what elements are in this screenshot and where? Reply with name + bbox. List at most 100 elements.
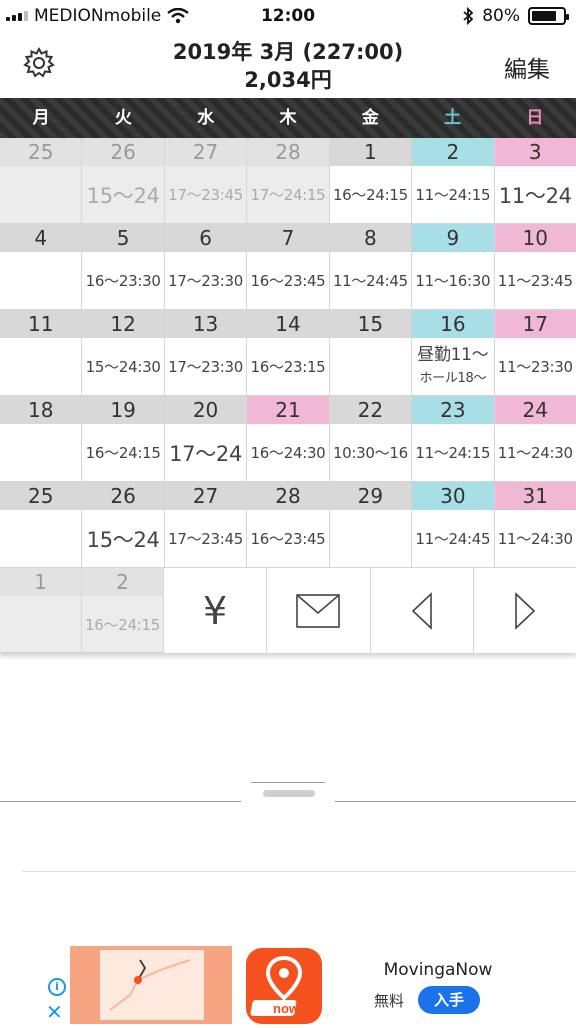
calendar-day-cell[interactable]: 17 11〜23:30 <box>494 310 576 396</box>
calendar-week-row: 11 12 15〜24:30 13 17〜23:30 14 16〜23:15 15 16 昼勤11… <box>0 310 576 396</box>
calendar-day-cell[interactable]: 10 11〜23:45 <box>494 224 576 310</box>
month-earnings: 2,034円 <box>244 68 332 92</box>
calendar-day-cell[interactable]: 11 <box>0 310 83 396</box>
calendar-day-cell[interactable]: 25 <box>0 482 83 568</box>
next-month-button[interactable] <box>473 568 576 653</box>
calendar-day-cell[interactable]: 19 16〜24:15 <box>82 396 165 482</box>
shift-time: 16〜24:15 <box>332 186 408 204</box>
shift-time: 11〜24 <box>498 183 572 208</box>
weekday-label: 木 <box>279 108 297 128</box>
calendar-day-cell[interactable]: 3 11〜24 <box>494 138 576 224</box>
day-number: 5 <box>82 224 164 252</box>
day-number: 25 <box>0 482 82 510</box>
shift-time: 15〜24 <box>86 183 160 208</box>
ad-price: 無料 <box>374 992 405 1010</box>
calendar-day-cell[interactable]: 14 16〜23:15 <box>247 310 330 396</box>
calendar-day-cell[interactable]: 7 16〜23:45 <box>247 224 330 310</box>
prev-month-button[interactable] <box>370 568 474 653</box>
day-number: 3 <box>494 138 576 166</box>
day-number: 2 <box>82 568 163 596</box>
day-number: 11 <box>0 310 82 338</box>
calendar-day-cell[interactable]: 1 <box>0 568 82 653</box>
calendar-day-cell[interactable]: 26 15〜24 <box>82 138 165 224</box>
calendar-day-cell[interactable]: 9 11〜16:30 <box>412 224 495 310</box>
ad-app-name: MovingaNow <box>383 960 493 980</box>
calendar-day-cell[interactable]: 12 15〜24:30 <box>82 310 165 396</box>
calendar-week-row: 4 5 16〜23:30 6 17〜23:30 7 16〜23:45 8 11〜24:45 9 11… <box>0 224 576 310</box>
calendar-day-cell[interactable]: 8 11〜24:45 <box>329 224 413 310</box>
calendar-day-cell[interactable]: 24 11〜24:30 <box>494 396 576 482</box>
calendar-day-cell[interactable]: 4 <box>0 224 83 310</box>
chevron-right-icon <box>515 591 536 630</box>
calendar-day-cell[interactable]: 2 16〜24:15 <box>82 568 164 653</box>
page-title[interactable]: 2019年 3月 (227:00) 2,034円 <box>0 38 576 94</box>
calendar-day-cell[interactable]: 2 11〜24:15 <box>412 138 495 224</box>
edit-button[interactable]: 編集 <box>504 50 550 84</box>
calendar-day-cell[interactable]: 20 17〜24 <box>164 396 248 482</box>
day-number: 14 <box>247 310 329 338</box>
calendar-day-cell[interactable]: 1 16〜24:15 <box>329 138 413 224</box>
day-number: 12 <box>82 310 164 338</box>
ad-banner[interactable]: i ✕ now MovingaNow 無料 入手 <box>42 946 534 1024</box>
shift-time: 17〜24:15 <box>250 186 326 204</box>
calendar-day-cell[interactable]: 21 16〜24:30 <box>247 396 330 482</box>
status-right: 80% <box>462 6 569 26</box>
calendar-day-cell[interactable]: 29 <box>329 482 413 568</box>
bluetooth-icon <box>463 7 474 25</box>
ad-icon-text: now <box>273 1001 300 1016</box>
shift-time: 10:30〜16 <box>332 444 408 462</box>
calendar-day-cell[interactable]: 27 17〜23:45 <box>164 138 248 224</box>
calendar-day-cell[interactable]: 13 17〜23:30 <box>164 310 248 396</box>
calendar-day-cell[interactable]: 22 10:30〜16 <box>329 396 413 482</box>
day-number: 16 <box>412 310 494 338</box>
day-number: 31 <box>494 482 576 510</box>
day-number: 30 <box>412 482 494 510</box>
calendar-day-cell[interactable]: 30 11〜24:45 <box>412 482 495 568</box>
day-number: 10 <box>494 224 576 252</box>
calendar-day-cell[interactable]: 18 <box>0 396 83 482</box>
shift-line: ホール18〜 <box>419 370 487 386</box>
shift-time: 11〜16:30 <box>415 272 491 290</box>
day-number: 20 <box>164 396 247 424</box>
shift-time <box>0 596 81 652</box>
calendar-day-cell[interactable]: 16 昼勤11〜 ホール18〜 <box>412 310 495 396</box>
map-route-icon <box>109 959 191 1011</box>
ad-app-icon[interactable]: now <box>246 948 322 1024</box>
calendar-day-cell[interactable]: 6 17〜23:30 <box>164 224 248 310</box>
battery-icon <box>528 7 569 25</box>
calendar-day-cell[interactable]: 31 11〜24:30 <box>494 482 576 568</box>
ad-close-icon[interactable]: ✕ <box>46 1000 63 1024</box>
calendar-week-row: 25 26 15〜24 27 17〜23:45 28 16〜23:45 29 30 11〜24:4… <box>0 482 576 568</box>
calendar-day-cell[interactable]: 27 17〜23:45 <box>164 482 248 568</box>
calendar-day-cell[interactable]: 28 17〜24:15 <box>247 138 330 224</box>
calendar-day-cell[interactable]: 28 16〜23:45 <box>247 482 330 568</box>
yen-icon: ¥ <box>203 588 228 633</box>
day-number: 17 <box>494 310 576 338</box>
day-number: 28 <box>247 138 329 166</box>
calendar-day-cell[interactable]: 26 15〜24 <box>82 482 165 568</box>
ad-map-preview <box>100 950 204 1020</box>
calendar-week-row: 18 19 16〜24:15 20 17〜24 21 16〜24:30 22 10:30〜16 2… <box>0 396 576 482</box>
day-number: 19 <box>82 396 164 424</box>
ad-info-icon[interactable]: i <box>48 978 66 996</box>
calendar-day-cell[interactable]: 25 <box>0 138 83 224</box>
shift-time: 17〜24 <box>169 441 243 466</box>
day-number: 1 <box>329 138 412 166</box>
yen-button[interactable]: ¥ <box>164 568 268 653</box>
drawer-handle[interactable] <box>240 782 336 802</box>
shift-time: 16〜24:15 <box>85 444 161 462</box>
shift-time: 11〜24:45 <box>415 530 491 548</box>
ad-map-image <box>70 946 232 1024</box>
mail-button[interactable] <box>267 568 371 653</box>
shift-time: 16〜24:15 <box>85 615 160 634</box>
battery-percent: 80% <box>482 6 520 26</box>
ad-get-button[interactable]: 入手 <box>418 986 480 1014</box>
calendar-day-cell[interactable]: 15 <box>329 310 413 396</box>
shift-time: 11〜24:30 <box>497 530 573 548</box>
calendar-day-cell[interactable]: 5 16〜23:30 <box>82 224 165 310</box>
calendar-day-cell[interactable]: 23 11〜24:15 <box>412 396 495 482</box>
list-separator <box>22 871 576 872</box>
status-bar: MEDIONmobile 12:00 80% <box>0 0 576 32</box>
shift-time: 11〜23:30 <box>497 358 573 376</box>
shift-time: 16〜23:45 <box>250 272 326 290</box>
